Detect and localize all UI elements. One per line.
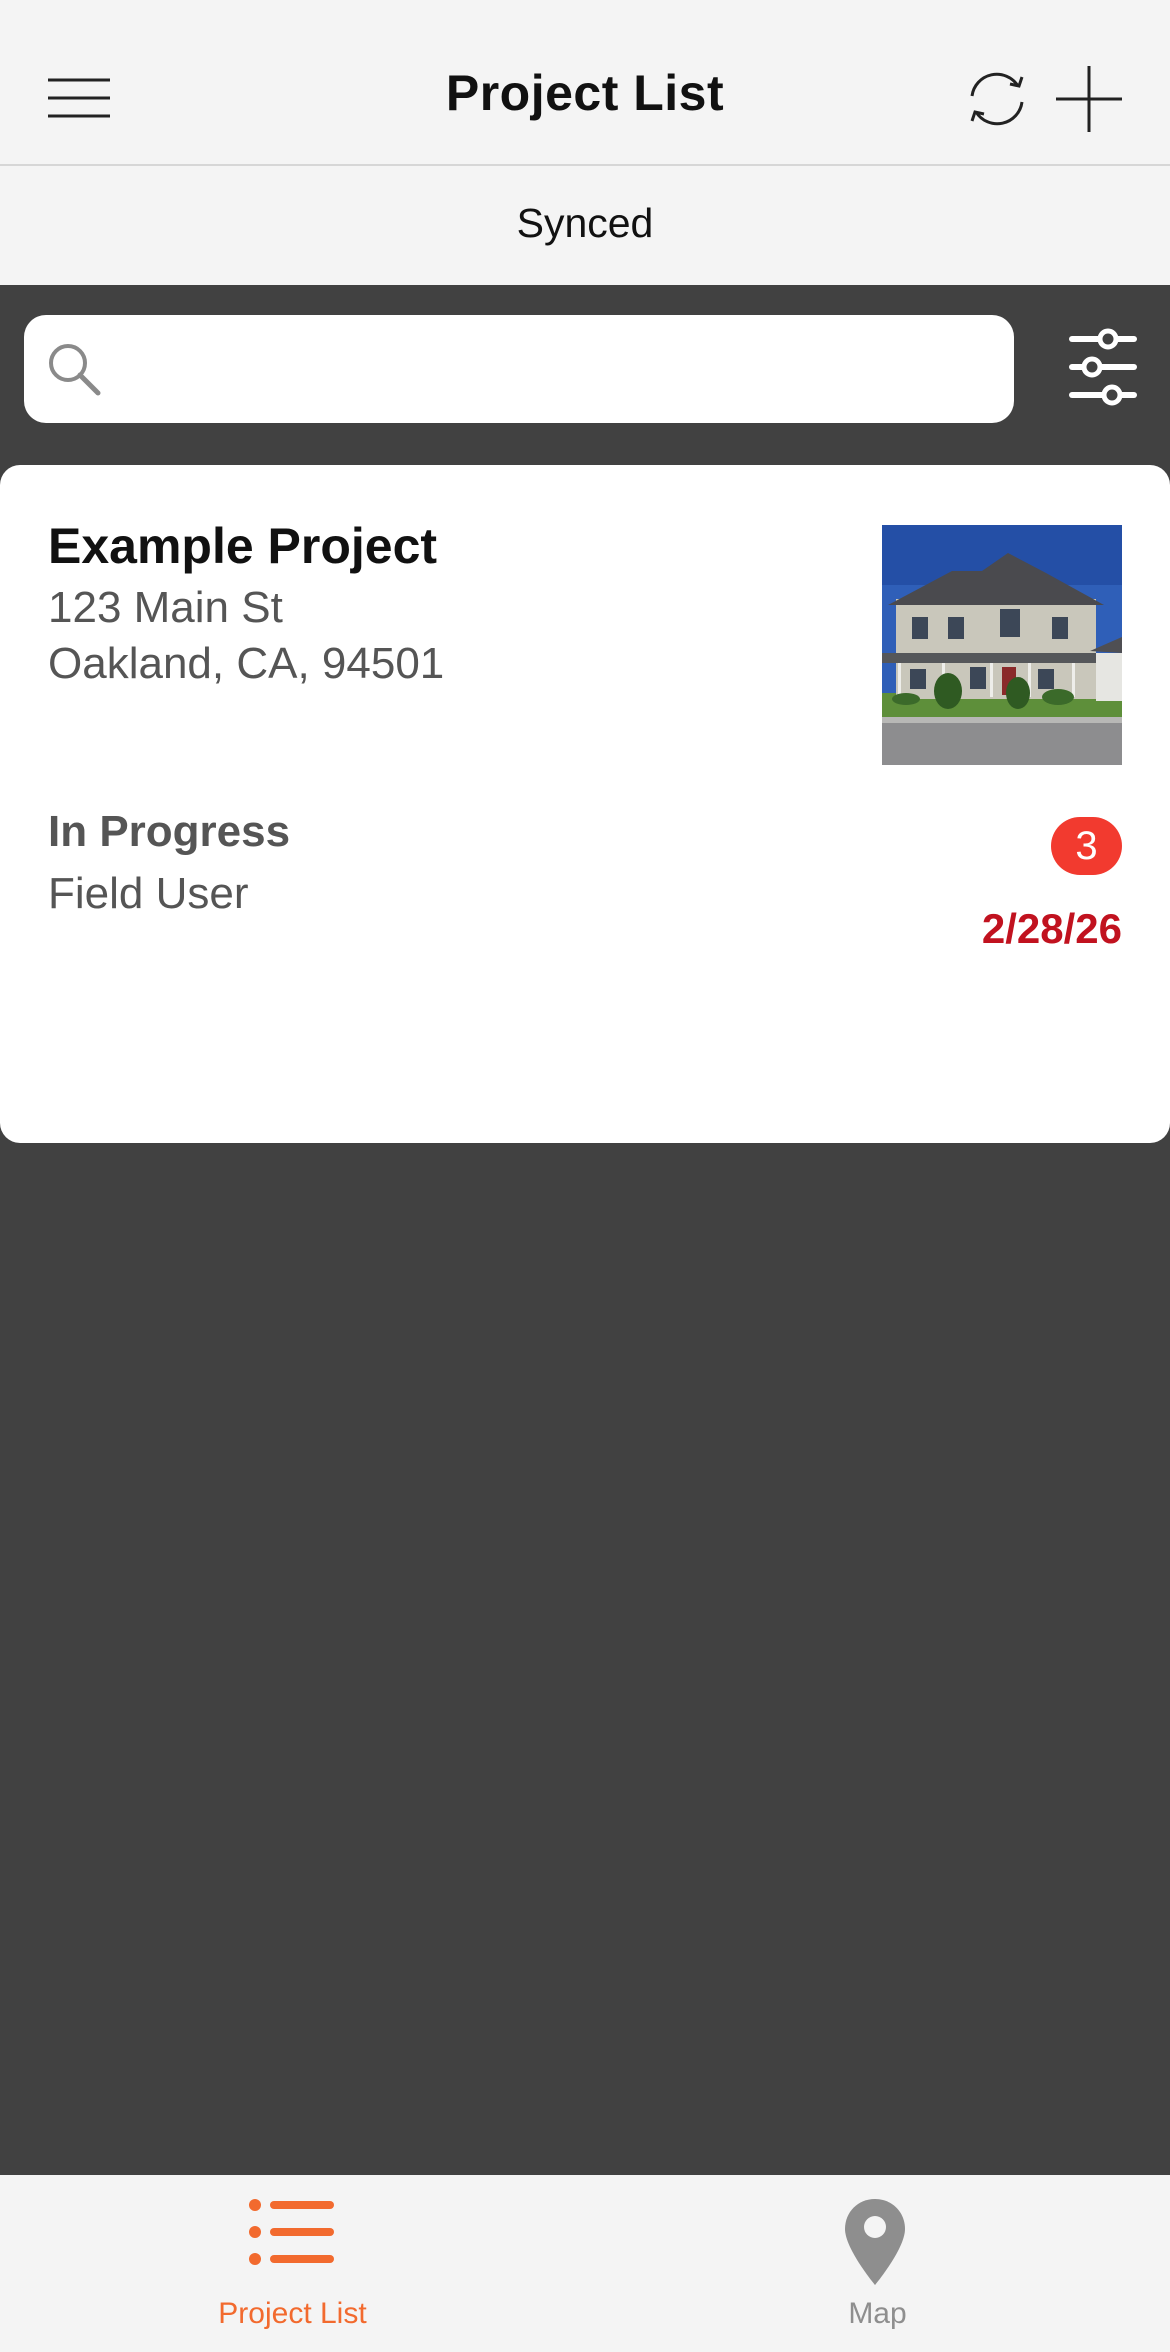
project-card[interactable]: Example Project 123 Main St Oakland, CA,… [0,465,1170,1143]
search-icon [49,344,101,396]
notification-badge: 3 [1051,817,1122,875]
plus-icon[interactable] [1054,64,1124,134]
project-assignee: Field User [48,869,249,918]
project-address-line1: 123 Main St [48,583,283,632]
app-root: Project List Synced Example Project 123 … [0,0,1170,2352]
tab-map-label: Map [848,2297,907,2330]
sync-status-text: Synced [516,200,654,246]
bottom-tab-bar: Project List Map [0,2175,1170,2352]
project-address-line2: Oakland, CA, 94501 [48,639,445,688]
search-input[interactable] [120,333,990,405]
project-name: Example Project [48,518,438,574]
sync-status-bar: Synced [0,166,1170,285]
list-icon [249,2199,334,2265]
filter-sliders-icon[interactable] [1068,325,1138,409]
tab-project-list[interactable]: Project List [0,2175,585,2352]
project-status: In Progress [48,807,291,856]
map-pin-icon [845,2199,905,2285]
sync-refresh-icon[interactable] [964,66,1030,132]
search-bar-container [0,285,1170,465]
nav-header: Project List [0,0,1170,166]
tab-project-list-label: Project List [218,2297,367,2330]
tab-map[interactable]: Map [585,2175,1170,2352]
search-box[interactable] [24,315,1014,423]
project-thumbnail [882,525,1122,765]
project-date: 2/28/26 [981,905,1122,952]
